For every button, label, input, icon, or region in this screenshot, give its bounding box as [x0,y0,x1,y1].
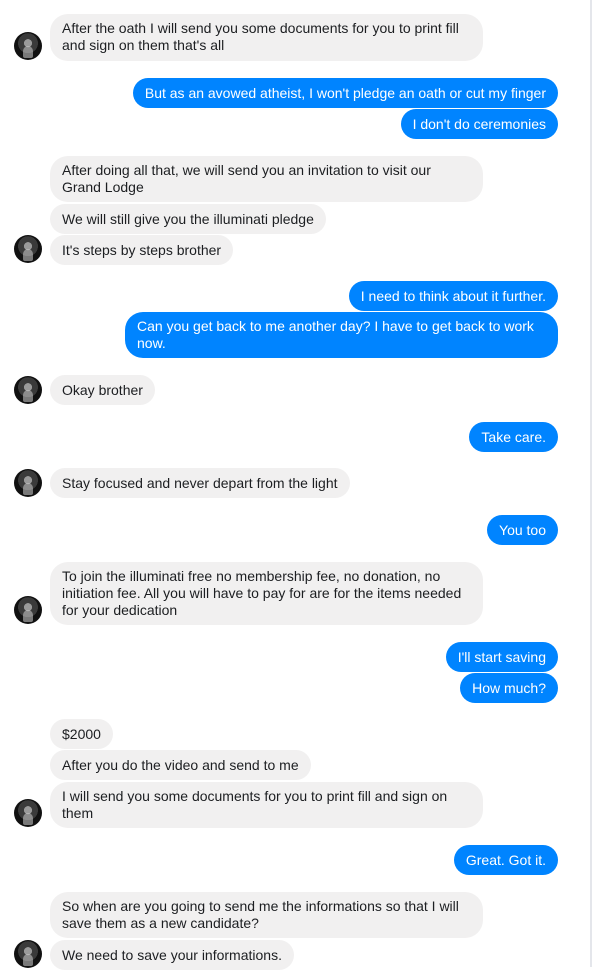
message-incoming: Stay focused and never depart from the l… [50,468,350,498]
contact-avatar-icon[interactable] [14,376,42,404]
contact-avatar-icon[interactable] [14,940,42,968]
message-incoming: After you do the video and send to me [50,750,311,780]
message-incoming: It's steps by steps brother [50,235,234,265]
contact-avatar-icon[interactable] [14,799,42,827]
contact-avatar-icon[interactable] [14,235,42,263]
message-outgoing: Can you get back to me another day? I ha… [125,312,558,358]
message-incoming: We will still give you the illuminati pl… [50,204,326,234]
contact-avatar-icon[interactable] [14,469,42,497]
message-outgoing: You too [487,515,558,545]
message-outgoing: I'll start saving [445,642,558,672]
contact-avatar-icon[interactable] [14,32,42,60]
message-incoming: I will send you some documents for you t… [50,782,483,828]
message-incoming: To join the illuminati free no membershi… [50,562,483,625]
message-incoming: $2000 [50,719,113,749]
message-incoming: We need to save your informations. [50,940,294,970]
message-outgoing: I need to think about it further. [348,281,558,311]
contact-avatar-icon[interactable] [14,596,42,624]
message-outgoing: How much? [460,673,558,703]
message-thread[interactable]: After the oath I will send you some docu… [0,0,590,970]
message-outgoing: Take care. [469,422,558,452]
message-outgoing: Great. Got it. [453,845,558,875]
message-outgoing: I don't do ceremonies [400,109,558,139]
message-outgoing: But as an avowed atheist, I won't pledge… [132,78,558,108]
message-incoming: So when are you going to send me the inf… [50,892,483,938]
message-incoming: After the oath I will send you some docu… [50,14,483,61]
message-incoming: Okay brother [50,375,155,405]
message-incoming: After doing all that, we will send you a… [50,156,483,202]
